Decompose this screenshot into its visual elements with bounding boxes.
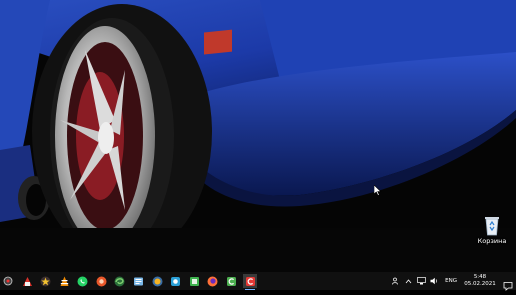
- app-blue-icon: [134, 277, 144, 285]
- clock-date: 05.02.2021: [464, 281, 496, 287]
- taskbar-app-green-swirl[interactable]: [113, 274, 127, 288]
- start-icon: [3, 276, 13, 286]
- wallpaper-car-wheel: [0, 0, 516, 272]
- taskbar-app-green-c[interactable]: [225, 274, 239, 288]
- taskbar-app-vlc[interactable]: [57, 274, 71, 288]
- recycle-bin-label: Корзина: [477, 237, 507, 245]
- app-green-swirl-icon: [114, 276, 125, 286]
- start-button[interactable]: [0, 274, 16, 288]
- taskbar-app-green[interactable]: [187, 274, 201, 288]
- taskbar-app-red-c[interactable]: [243, 274, 258, 290]
- taskbar-app-blue[interactable]: [132, 274, 146, 288]
- app-red-icon: [22, 276, 32, 286]
- app-teal-icon: [171, 276, 181, 286]
- volume-icon[interactable]: [430, 276, 439, 286]
- desktop-icon-recycle-bin[interactable]: Корзина: [475, 214, 509, 250]
- clock[interactable]: 5:48 05.02.2021: [463, 274, 497, 288]
- taskbar-app-red[interactable]: [20, 274, 34, 288]
- taskbar-app-star[interactable]: [39, 274, 53, 288]
- taskbar-app-whatsapp[interactable]: [76, 274, 90, 288]
- app-green-c-icon: [227, 276, 237, 286]
- recycle-bin-icon: [482, 214, 502, 236]
- app-green-icon: [189, 276, 199, 286]
- network-icon[interactable]: [417, 276, 426, 286]
- notifications-icon[interactable]: [503, 276, 513, 291]
- taskbar-app-orange[interactable]: [94, 274, 108, 288]
- people-icon[interactable]: [391, 276, 400, 286]
- mouse-pointer-icon: [373, 181, 382, 200]
- app-red-c-icon: [245, 276, 255, 286]
- taskbar-app-yellow[interactable]: [150, 274, 164, 288]
- app-orange-icon: [96, 276, 107, 286]
- app-yellow-icon: [152, 276, 163, 286]
- taskbar-app-firefox[interactable]: [206, 274, 220, 288]
- desktop: Корзина: [0, 0, 516, 272]
- show-hidden-icons-chevron-icon[interactable]: [404, 276, 413, 286]
- taskbar-app-teal[interactable]: [169, 274, 183, 288]
- system-tray: ENG 5:48 05.02.2021: [391, 272, 516, 291]
- app-star-icon: [40, 276, 51, 286]
- whatsapp-icon: [77, 276, 88, 286]
- clock-time: 5:48: [473, 274, 487, 280]
- firefox-icon: [207, 276, 218, 286]
- taskbar: ENG 5:48 05.02.2021: [0, 272, 516, 291]
- language-indicator[interactable]: ENG: [445, 278, 457, 284]
- vlc-icon: [60, 276, 69, 286]
